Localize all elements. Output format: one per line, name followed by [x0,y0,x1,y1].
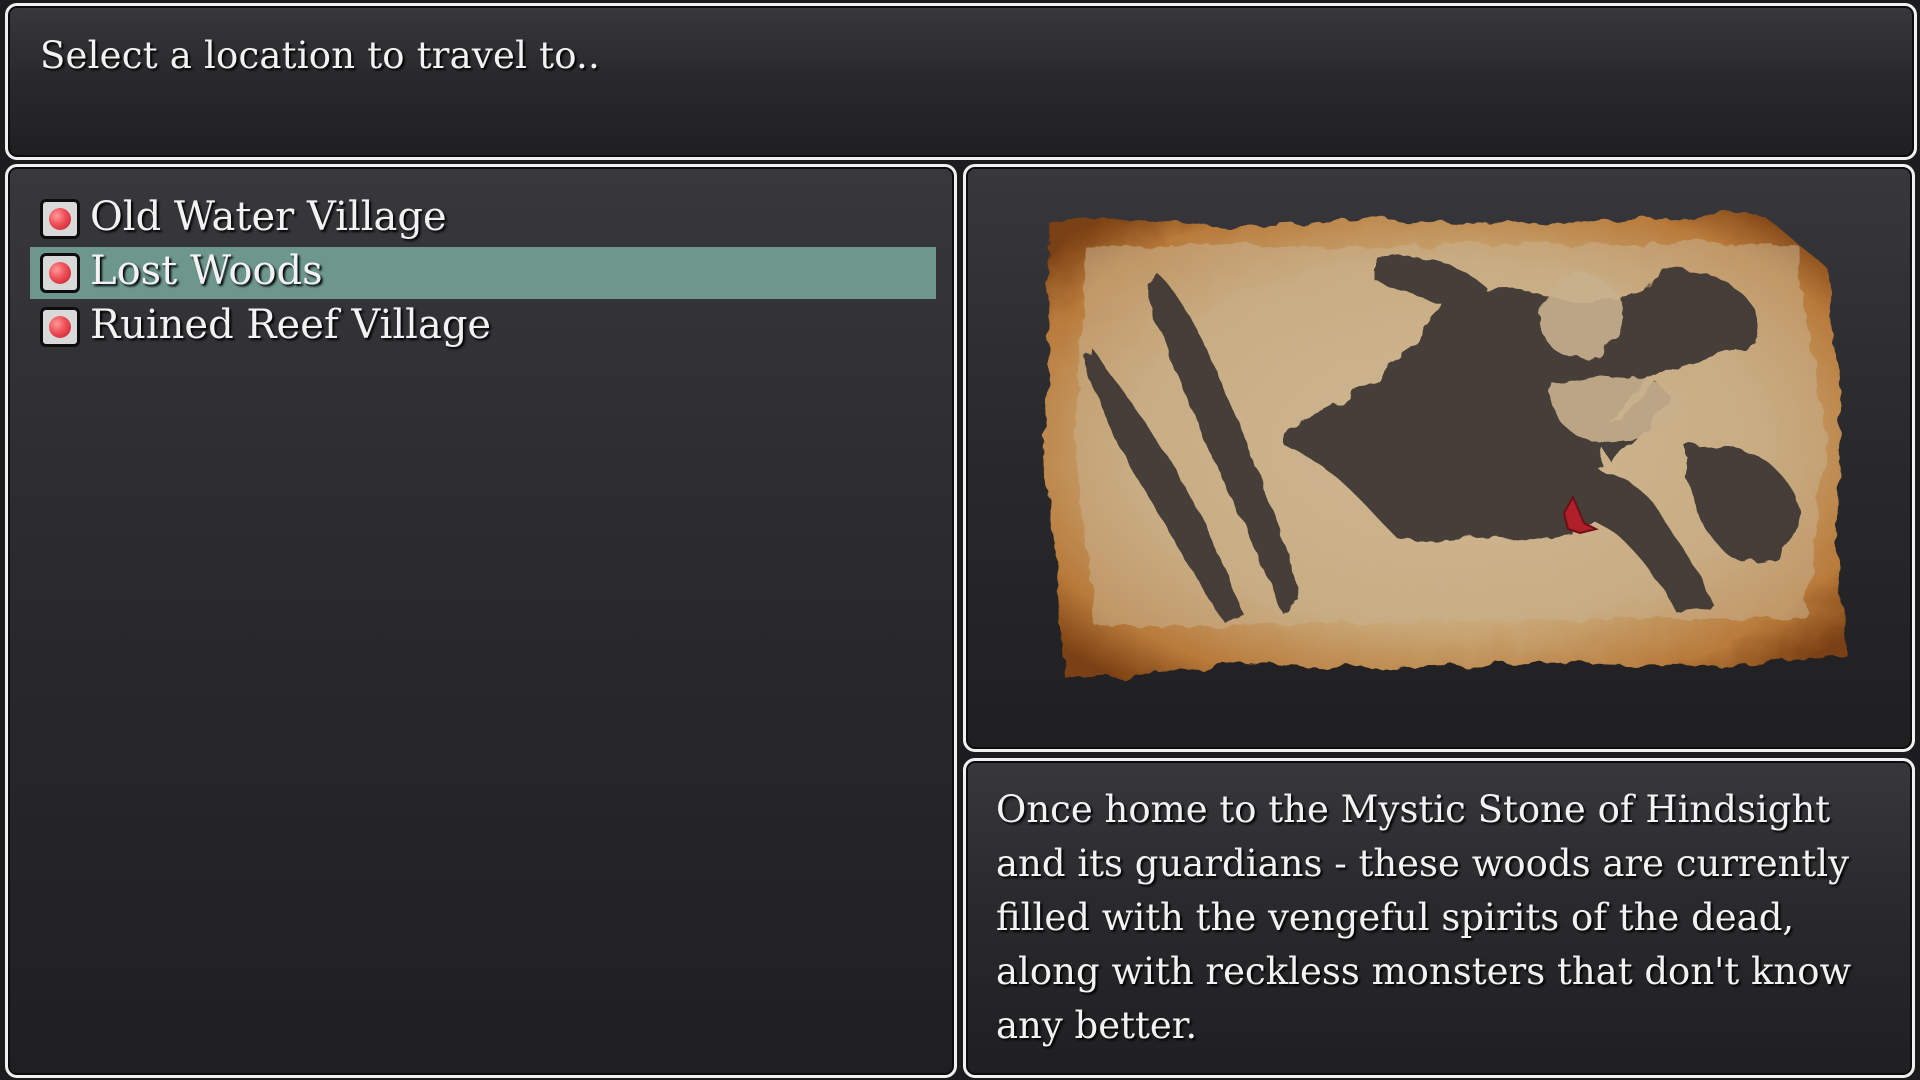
location-item-old-water-village[interactable]: Old Water Village [30,193,936,245]
location-label: Ruined Reef Village [90,302,492,348]
red-orb-icon [40,199,80,239]
help-window: Select a location to travel to.. [5,3,1917,160]
location-item-lost-woods[interactable]: Lost Woods [30,247,936,299]
location-list-window: Old Water Village Lost Woods Ruined Reef… [5,164,957,1078]
description-window: Once home to the Mystic Stone of Hindsig… [963,758,1915,1078]
location-label: Lost Woods [90,248,323,294]
parchment-map-image [1044,213,1846,677]
red-orb-icon [40,307,80,347]
location-description: Once home to the Mystic Stone of Hindsig… [996,788,1852,1047]
location-label: Old Water Village [90,194,447,240]
map-window [963,164,1915,752]
location-item-ruined-reef-village[interactable]: Ruined Reef Village [30,301,936,353]
help-text: Select a location to travel to.. [40,34,600,77]
red-orb-icon [40,253,80,293]
